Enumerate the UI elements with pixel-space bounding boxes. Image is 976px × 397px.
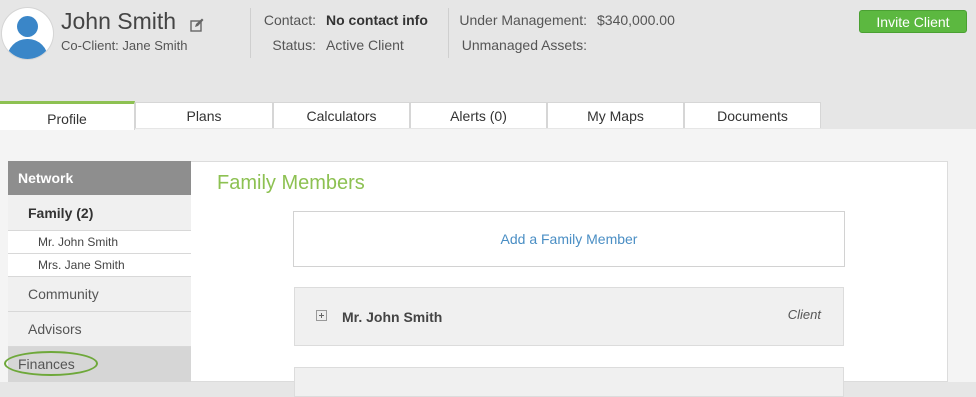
edit-icon[interactable]	[190, 18, 204, 32]
tab-alerts[interactable]: Alerts (0)	[410, 102, 547, 128]
sidebar-item-community[interactable]: Community	[8, 277, 191, 312]
contact-value: No contact info	[326, 12, 428, 28]
unmanaged-assets-label: Unmanaged Assets:	[461, 37, 587, 53]
family-member-role: Client	[787, 307, 821, 322]
under-management-value: $340,000.00	[597, 12, 675, 28]
page-title: Family Members	[217, 172, 365, 194]
highlight-ellipse	[4, 351, 98, 376]
add-family-member-link[interactable]: Add a Family Member	[293, 231, 845, 247]
header-divider-2	[448, 8, 449, 58]
tab-documents[interactable]: Documents	[684, 102, 821, 128]
co-client-name: Jane Smith	[122, 38, 188, 53]
sidebar-item-member-john[interactable]: Mr. John Smith	[8, 231, 191, 254]
sidebar-item-network[interactable]: Network	[8, 161, 191, 195]
co-client-label: Co-Client:	[61, 38, 119, 53]
sidebar-item-family[interactable]: Family (2)	[8, 195, 191, 231]
family-member-name: Mr. John Smith	[342, 309, 443, 325]
status-value: Active Client	[326, 37, 404, 53]
client-avatar	[2, 8, 53, 59]
client-name: John Smith	[61, 8, 177, 34]
tab-calculators[interactable]: Calculators	[273, 102, 410, 128]
under-management-label: Under Management:	[459, 12, 587, 28]
tab-profile[interactable]: Profile	[0, 101, 135, 130]
status-label: Status:	[272, 37, 316, 53]
contact-label: Contact:	[263, 12, 316, 28]
sidebar-item-advisors[interactable]: Advisors	[8, 312, 191, 347]
co-client: Co-Client: Jane Smith	[61, 38, 187, 53]
header-divider	[250, 8, 251, 58]
family-member-card-2[interactable]	[294, 367, 844, 397]
sidebar-item-member-jane[interactable]: Mrs. Jane Smith	[8, 254, 191, 277]
expand-icon[interactable]	[316, 310, 327, 321]
invite-client-button[interactable]: Invite Client	[859, 10, 967, 33]
tab-my-maps[interactable]: My Maps	[547, 102, 684, 128]
tab-plans[interactable]: Plans	[135, 102, 273, 128]
